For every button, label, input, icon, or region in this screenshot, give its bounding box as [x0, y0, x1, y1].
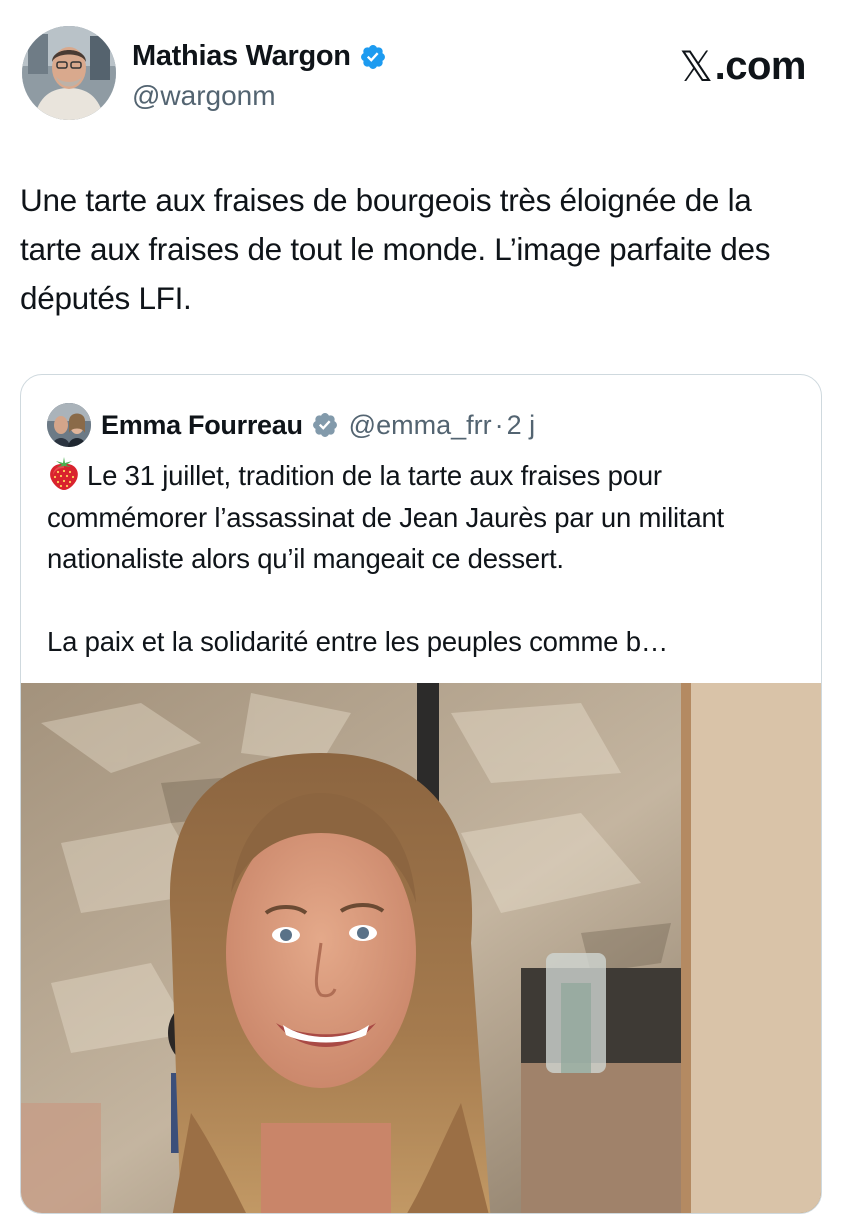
verified-badge-icon [360, 44, 385, 69]
quoted-paragraph-1-text: Le 31 juillet, tradition de la tarte aux… [47, 460, 724, 574]
quoted-tweet-text: Le 31 juillet, tradition de la tarte aux… [47, 455, 807, 662]
x-logo-icon: 𝕏 [679, 42, 713, 91]
quoted-paragraph-1: Le 31 juillet, tradition de la tarte aux… [47, 455, 807, 580]
quoted-tweet-header: Emma Fourreau @emma_frr · 2 j [47, 403, 535, 447]
quoted-timestamp[interactable]: 2 j [507, 410, 536, 441]
quoted-tweet[interactable]: Emma Fourreau @emma_frr · 2 j Le 31 juil… [20, 374, 822, 1214]
author-avatar[interactable] [22, 26, 116, 120]
quoted-tweet-photo[interactable] [21, 683, 821, 1213]
quoted-author-handle[interactable]: @emma_frr [349, 410, 492, 441]
meta-separator: · [494, 409, 504, 440]
author-handle[interactable]: @wargonm [132, 80, 276, 112]
quoted-paragraph-2: La paix et la solidarité entre les peupl… [47, 625, 669, 657]
author-name[interactable]: Mathias Wargon [132, 40, 351, 73]
strawberry-icon [50, 457, 78, 490]
tweet-header: Mathias Wargon @wargonm 𝕏 .com [22, 26, 822, 126]
x-com-logo: 𝕏 .com [679, 42, 806, 91]
quoted-author-name[interactable]: Emma Fourreau [101, 410, 303, 441]
tweet-text: Une tarte aux fraises de bourgeois très … [20, 182, 771, 316]
quoted-author-avatar[interactable] [47, 403, 91, 447]
gray-verified-badge-icon [312, 413, 337, 437]
brand-text: .com [714, 44, 807, 88]
